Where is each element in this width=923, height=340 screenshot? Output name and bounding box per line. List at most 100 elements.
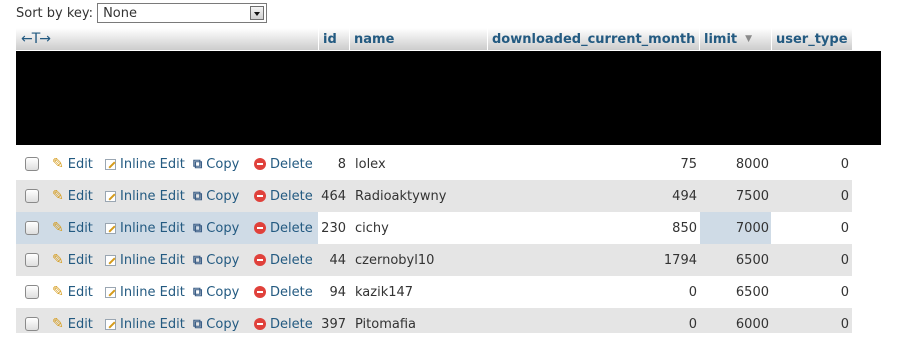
cell-downloaded: 1794 [663,252,697,268]
redacted-block [16,51,881,145]
inline-edit-link[interactable]: Inline Edit [105,148,185,180]
delete-icon [254,318,266,330]
pencil-icon: ✎ [52,316,64,332]
cell-user-type: 0 [840,316,849,332]
cell-name: czernobyl10 [355,252,435,268]
delete-link[interactable]: Delete [254,308,313,340]
copy-icon: ⧉ [193,252,203,268]
table-row: ✎ Edit Inline Edit ⧉ Copy Delete 8 lolex 7… [16,148,852,180]
inline-edit-link[interactable]: Inline Edit [105,276,185,308]
cell-limit: 6000 [735,316,769,332]
sort-by-key-value: None [103,5,137,21]
cell-name: cichy [355,220,389,236]
table-row-highlighted: ✎ Edit Inline Edit ⧉ Copy Delete 230 cichy… [16,212,852,244]
delete-link[interactable]: Delete [254,148,313,180]
column-header-downloaded-label[interactable]: downloaded_current_month [492,32,695,47]
column-resize-arrows-icon[interactable]: ←T→ [21,31,51,47]
cell-id: 464 [321,188,346,204]
cell-user-type: 0 [840,156,849,172]
copy-icon: ⧉ [193,188,203,204]
sort-by-key-select[interactable]: None [97,3,268,23]
delete-link[interactable]: Delete [254,244,313,276]
cell-name: lolex [355,156,386,172]
cell-user-type: 0 [840,252,849,268]
row-checkbox[interactable] [25,317,39,331]
cell-limit: 8000 [735,156,769,172]
column-header-id[interactable]: id [319,28,349,50]
column-header-limit-label[interactable]: limit [704,32,737,47]
cell-id: 397 [321,316,346,332]
cell-downloaded: 0 [688,284,697,300]
delete-icon [254,222,266,234]
column-header-name-label[interactable]: name [354,32,394,47]
cell-limit: 7000 [735,220,769,236]
cell-limit: 6500 [735,252,769,268]
delete-icon [254,286,266,298]
copy-link[interactable]: ⧉ Copy [193,148,239,180]
row-checkbox[interactable] [25,285,39,299]
delete-link[interactable]: Delete [254,276,313,308]
copy-link[interactable]: ⧉ Copy [193,212,239,244]
edit-link[interactable]: ✎ Edit [52,180,93,212]
inline-edit-icon [105,286,116,298]
row-checkbox[interactable] [25,221,39,235]
cell-id: 8 [337,156,346,172]
inline-edit-link[interactable]: Inline Edit [105,244,185,276]
chevron-down-icon[interactable] [250,6,265,20]
inline-edit-link[interactable]: Inline Edit [105,308,185,340]
copy-link[interactable]: ⧉ Copy [193,244,239,276]
pencil-icon: ✎ [52,284,64,300]
cell-id: 94 [329,284,346,300]
delete-link[interactable]: Delete [254,180,313,212]
edit-link[interactable]: ✎ Edit [52,308,93,340]
inline-edit-icon [105,254,116,266]
column-header-id-label[interactable]: id [323,32,337,47]
edit-link[interactable]: ✎ Edit [52,244,93,276]
cell-downloaded: 75 [680,156,697,172]
table-row: ✎ Edit Inline Edit ⧉ Copy Delete 464 Radio… [16,180,852,212]
column-header-actions: ←T→ [16,28,318,50]
pencil-icon: ✎ [52,220,64,236]
copy-icon: ⧉ [193,316,203,332]
copy-icon: ⧉ [193,220,203,236]
row-checkbox[interactable] [25,157,39,171]
pencil-icon: ✎ [52,188,64,204]
column-header-user-type[interactable]: user_type [772,28,852,50]
edit-link[interactable]: ✎ Edit [52,212,93,244]
row-checkbox[interactable] [25,253,39,267]
delete-icon [254,190,266,202]
copy-link[interactable]: ⧉ Copy [193,276,239,308]
delete-link[interactable]: Delete [254,212,313,244]
inline-edit-icon [105,190,116,202]
inline-edit-icon [105,158,116,170]
copy-link[interactable]: ⧉ Copy [193,308,239,340]
cell-id: 230 [321,220,346,236]
cell-name: Pitomafia [355,316,417,332]
cell-user-type: 0 [840,284,849,300]
column-header-user-type-label[interactable]: user_type [776,32,848,47]
cell-user-type: 0 [840,220,849,236]
table-row: ✎ Edit Inline Edit ⧉ Copy Delete 94 kazik1… [16,276,852,308]
row-checkbox[interactable] [25,189,39,203]
column-header-limit[interactable]: limit ▼ [700,28,771,50]
cell-downloaded: 494 [672,188,697,204]
column-header-name[interactable]: name [350,28,487,50]
cell-limit: 7500 [735,188,769,204]
pencil-icon: ✎ [52,156,64,172]
table-row: ✎ Edit Inline Edit ⧉ Copy Delete 397 Pitom… [16,308,852,333]
edit-link[interactable]: ✎ Edit [52,276,93,308]
copy-link[interactable]: ⧉ Copy [193,180,239,212]
table-row: ✎ Edit Inline Edit ⧉ Copy Delete 44 czerno… [16,244,852,276]
column-header-downloaded-current-month[interactable]: downloaded_current_month [488,28,699,50]
cell-limit: 6500 [735,284,769,300]
edit-link[interactable]: ✎ Edit [52,148,93,180]
cell-downloaded: 0 [688,316,697,332]
cell-downloaded: 850 [672,220,697,236]
copy-icon: ⧉ [193,156,203,172]
inline-edit-icon [105,222,116,234]
inline-edit-link[interactable]: Inline Edit [105,180,185,212]
inline-edit-link[interactable]: Inline Edit [105,212,185,244]
inline-edit-icon [105,318,116,330]
sort-by-key: Sort by key: None [16,2,268,24]
delete-icon [254,158,266,170]
